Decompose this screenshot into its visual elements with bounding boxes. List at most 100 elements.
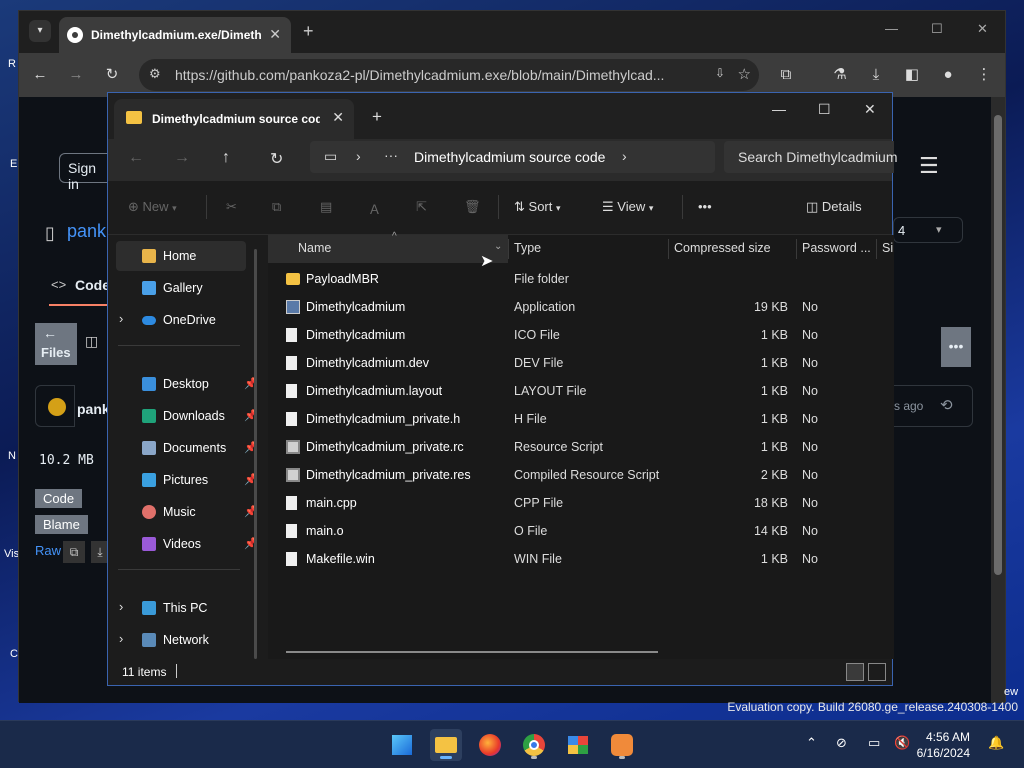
view-button[interactable]: ☰ View ▾	[602, 199, 653, 215]
nav-item-desktop[interactable]: Desktop 📌	[116, 369, 258, 399]
file-row[interactable]: Dimethylcadmium_private.res Compiled Res…	[268, 461, 868, 489]
chevron-right-icon[interactable]: ›	[119, 311, 123, 326]
minimize-icon[interactable]: —	[772, 101, 786, 117]
back-icon[interactable]: ←	[128, 149, 144, 167]
copy-icon[interactable]: ⧉	[272, 199, 281, 215]
new-tab-button[interactable]: +	[303, 21, 314, 42]
labs-icon[interactable]: ⚗	[829, 64, 851, 86]
notification-bell-icon[interactable]: 🔔	[988, 735, 1004, 751]
chevron-up-icon[interactable]: ⌃	[806, 735, 817, 751]
star-dropdown[interactable]: 4 ▾	[893, 217, 963, 243]
volume-icon[interactable]: 🔇	[894, 735, 910, 751]
commit-author[interactable]: pank	[77, 401, 110, 417]
close-icon[interactable]: ✕	[977, 21, 988, 37]
browser-tab[interactable]: Dimethylcadmium.exe/Dimeth ✕	[59, 17, 291, 53]
large-icons-view-icon[interactable]	[868, 663, 886, 681]
raw-link[interactable]: Raw	[35, 543, 61, 558]
history-icon[interactable]: ⟲	[940, 396, 953, 414]
paste-icon[interactable]: ▤	[320, 199, 332, 215]
nav-item-onedrive[interactable]: › OneDrive	[116, 305, 246, 335]
file-row[interactable]: PayloadMBR File folder	[268, 265, 868, 293]
blame-button[interactable]: Blame	[35, 515, 88, 534]
column-header-name[interactable]: Name ^ ⌄	[268, 231, 508, 263]
sort-button[interactable]: ⇅ Sort ▾	[514, 199, 561, 215]
download-icon[interactable]: ⤓	[865, 64, 887, 86]
chevron-right-icon[interactable]: ›	[119, 599, 123, 614]
file-explorer-taskbar-button[interactable]	[430, 729, 462, 761]
chrome-taskbar-button[interactable]	[518, 729, 550, 761]
app-taskbar-button[interactable]	[606, 729, 638, 761]
maximize-icon[interactable]: ☐	[931, 21, 943, 37]
rename-icon[interactable]: Ａ	[368, 199, 381, 218]
panel-icon[interactable]: ◫	[85, 333, 98, 350]
new-button[interactable]: ⊕ New ▾	[128, 199, 177, 215]
file-row[interactable]: Makefile.win WIN File 1 KB No	[268, 545, 868, 573]
install-app-icon[interactable]: ⇩	[715, 66, 725, 80]
clock[interactable]: 4:56 AM 6/16/2024	[917, 729, 970, 761]
close-icon[interactable]: ✕	[864, 101, 876, 118]
new-tab-button[interactable]: +	[372, 107, 382, 127]
code-button[interactable]: Code	[35, 489, 83, 508]
column-divider[interactable]	[876, 239, 877, 259]
file-row[interactable]: Dimethylcadmium Application 19 KB No	[268, 293, 868, 321]
ellipsis-icon[interactable]: ···	[384, 147, 398, 163]
file-row[interactable]: main.o O File 14 KB No	[268, 517, 868, 545]
forward-icon[interactable]: →	[174, 149, 190, 167]
menu-icon[interactable]: ⋮	[973, 64, 995, 86]
start-button[interactable]	[386, 729, 418, 761]
file-row[interactable]: Dimethylcadmium_private.rc Resource Scri…	[268, 433, 868, 461]
chevron-right-icon[interactable]: ›	[622, 148, 627, 164]
nav-item-home[interactable]: Home	[116, 241, 246, 271]
profile-icon[interactable]: ●	[937, 64, 959, 86]
nav-item-this-pc[interactable]: › This PC	[116, 593, 246, 623]
reload-icon[interactable]: ↻	[101, 64, 123, 86]
breadcrumb[interactable]: Dimethylcadmium source code	[414, 149, 605, 165]
code-tab[interactable]: Code	[75, 277, 110, 293]
see-more-button[interactable]: •••	[698, 199, 712, 214]
chevron-right-icon[interactable]: ›	[119, 631, 123, 646]
extensions-icon[interactable]: ⧉	[775, 64, 797, 86]
files-toggle-button[interactable]: ← Files	[35, 323, 77, 365]
nav-item-pictures[interactable]: Pictures 📌	[116, 465, 258, 495]
bookmark-star-icon[interactable]: ☆	[738, 65, 751, 83]
nav-item-music[interactable]: Music 📌	[116, 497, 258, 527]
file-row[interactable]: Dimethylcadmium_private.h H File 1 KB No	[268, 405, 868, 433]
nav-item-gallery[interactable]: Gallery	[116, 273, 246, 303]
display-icon[interactable]: ▭	[868, 735, 880, 751]
back-icon[interactable]: ←	[29, 64, 51, 86]
refresh-icon[interactable]: ↻	[270, 149, 283, 169]
site-info-icon[interactable]: ⚙	[149, 66, 161, 82]
file-row[interactable]: Dimethylcadmium.dev DEV File 1 KB No	[268, 349, 868, 377]
close-tab-icon[interactable]: ✕	[269, 26, 281, 43]
nav-scrollbar[interactable]	[254, 249, 257, 659]
horizontal-scrollbar[interactable]	[286, 651, 658, 653]
forward-icon[interactable]: →	[65, 64, 87, 86]
tab-search-button[interactable]: ▾	[29, 20, 51, 42]
hamburger-menu-icon[interactable]: ☰	[919, 153, 939, 179]
address-bar[interactable]: ⚙ https://github.com/pankoza2-pl/Dimethy…	[139, 59, 759, 91]
column-header-size[interactable]: Si	[882, 241, 894, 269]
column-divider[interactable]	[508, 239, 509, 259]
address-bar[interactable]: ▭ › ··· Dimethylcadmium source code ›	[310, 141, 715, 173]
nav-item-documents[interactable]: Documents 📌	[116, 433, 258, 463]
more-options-button[interactable]: •••	[941, 327, 971, 367]
firefox-taskbar-button[interactable]	[474, 729, 506, 761]
repo-owner-link[interactable]: pank	[67, 221, 106, 242]
file-row[interactable]: Dimethylcadmium.layout LAYOUT File 1 KB …	[268, 377, 868, 405]
nav-item-downloads[interactable]: Downloads 📌	[116, 401, 258, 431]
copy-icon[interactable]: ⧉	[63, 541, 85, 563]
column-divider[interactable]	[668, 239, 669, 259]
cut-icon[interactable]: ✂	[226, 199, 237, 215]
minimize-icon[interactable]: —	[885, 21, 898, 36]
details-view-icon[interactable]	[846, 663, 864, 681]
maximize-icon[interactable]: ☐	[818, 101, 831, 118]
close-tab-icon[interactable]: ✕	[332, 109, 344, 126]
file-row[interactable]: main.cpp CPP File 18 KB No	[268, 489, 868, 517]
details-button[interactable]: ◫ Details	[806, 199, 862, 215]
store-taskbar-button[interactable]	[562, 729, 594, 761]
chevron-right-icon[interactable]: ›	[356, 148, 361, 164]
side-panel-icon[interactable]: ◧	[901, 64, 923, 86]
nav-item-videos[interactable]: Videos 📌	[116, 529, 258, 559]
delete-icon[interactable]: 🗑	[464, 199, 481, 215]
file-row[interactable]: Dimethylcadmium ICO File 1 KB No	[268, 321, 868, 349]
